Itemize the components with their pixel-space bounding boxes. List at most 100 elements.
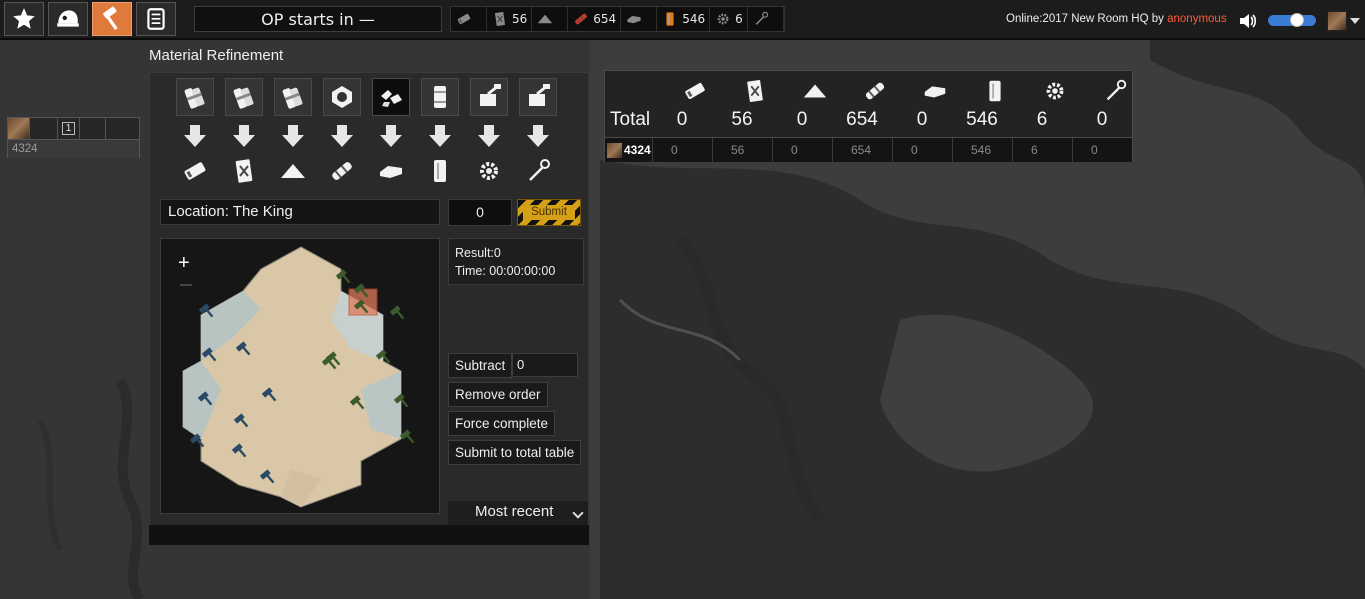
user-menu-caret-icon[interactable] [1350, 18, 1360, 24]
totals-table: Total 0 56 0 654 0 546 6 0 4324 0 56 0 654 0 546 6 0 [604, 70, 1133, 162]
hammer-marker-icon[interactable] [399, 429, 417, 446]
favorites-star-button[interactable] [4, 2, 44, 36]
source-material-button[interactable] [519, 78, 557, 116]
subtract-button[interactable]: Subtract [448, 353, 513, 378]
volume-icon[interactable] [1238, 12, 1258, 30]
resource-value: 56 [512, 12, 528, 26]
force-complete-button[interactable]: Force complete [448, 411, 556, 436]
salvage-icon [491, 10, 509, 28]
logistics-helmet-button[interactable] [48, 2, 88, 36]
scrap-bundle-icon [184, 87, 205, 109]
refined-material-slot[interactable] [421, 155, 459, 187]
refined-material-slot[interactable] [519, 155, 557, 187]
sort-select-value: Most recent [475, 503, 554, 520]
crate-tool-icon [480, 84, 501, 106]
op-countdown: OP starts in — [194, 6, 442, 32]
chevron-down-icon [572, 507, 584, 519]
column-header-icon [1085, 77, 1145, 109]
refined-material-slot[interactable] [372, 155, 410, 187]
arrow-down-icon [176, 123, 214, 151]
mini-slot-empty [106, 118, 132, 139]
column-header-icon [965, 77, 1025, 109]
hex-map-viewer[interactable]: + [160, 238, 440, 514]
sulfur-icon [380, 166, 402, 178]
subtract-input[interactable]: 0 [512, 353, 578, 377]
refined-material-slot[interactable] [323, 155, 361, 187]
source-material-button[interactable] [176, 78, 214, 116]
component-icon [536, 10, 554, 28]
star-icon [13, 8, 35, 29]
diesel-icon [989, 80, 1001, 102]
room-owner-link[interactable]: anonymous [1167, 13, 1226, 25]
location-field: Location: The King [160, 199, 440, 225]
total-value: 546 [966, 109, 998, 130]
totals-label: Total [610, 109, 651, 130]
mini-slot-empty [80, 118, 106, 139]
result-value: Result:0 [455, 246, 501, 260]
user-avatar[interactable] [1327, 11, 1347, 31]
arrow-down-icon [470, 123, 508, 151]
table-cell: 0 [892, 138, 952, 162]
refined-material-slot[interactable] [274, 155, 312, 187]
mini-slot-empty [30, 118, 58, 139]
crate-tool-icon [529, 84, 550, 106]
volume-slider-knob[interactable] [1290, 13, 1304, 27]
page-title: Material Refinement [149, 47, 284, 64]
refinement-panel: Location: The King 0 Submit + Result:0 T… [149, 72, 589, 527]
resource-counter: 546 [657, 7, 711, 31]
quantity-input[interactable]: 0 [448, 199, 512, 226]
resource-counter [451, 7, 487, 31]
hammer-icon [103, 6, 118, 30]
volume-slider[interactable] [1268, 13, 1316, 27]
submit-to-total-button[interactable]: Submit to total table [448, 440, 582, 465]
sort-select[interactable]: Most recent [448, 501, 588, 525]
refinement-hammer-button[interactable] [92, 2, 132, 36]
refined-material-slot[interactable] [176, 155, 214, 187]
online-status: Online:2017 New Room HQ by anonymous [1006, 13, 1227, 25]
source-materials-row [176, 78, 557, 116]
helmet-icon [57, 10, 79, 27]
table-cell: 6 [1012, 138, 1072, 162]
arrow-down-icon [519, 123, 557, 151]
resource-value: 654 [593, 12, 617, 26]
avatar[interactable] [8, 118, 30, 139]
scrap-bundle-icon [233, 87, 254, 109]
gear-icon [1046, 82, 1064, 100]
resource-counter: 654 [568, 7, 622, 31]
column-header-icon [725, 77, 785, 109]
hex-region-map[interactable] [161, 239, 441, 515]
resource-counter: 6 [710, 7, 748, 31]
refinement-footer [149, 525, 589, 545]
row-user-id: 4324 [624, 143, 651, 157]
refined-material-slot[interactable] [470, 155, 508, 187]
remove-order-button[interactable]: Remove order [448, 382, 548, 407]
source-material-button[interactable] [372, 78, 410, 116]
gear-icon [714, 10, 732, 28]
arrow-row [176, 123, 557, 151]
bmat-icon [455, 10, 473, 28]
orders-list-button[interactable] [136, 2, 176, 36]
component-icon [281, 164, 305, 178]
player-id: 4324 [8, 139, 139, 158]
total-value: 0 [1096, 109, 1108, 130]
component-icon [803, 84, 827, 98]
player-mini-panel: 1 4324 [7, 117, 140, 158]
totals-values: 0 56 0 654 0 546 6 0 [652, 109, 1132, 131]
column-header-icon [1025, 77, 1085, 109]
source-material-button[interactable] [274, 78, 312, 116]
table-cell: 0 [772, 138, 832, 162]
submit-button[interactable]: Submit [517, 199, 581, 226]
source-material-button[interactable] [470, 78, 508, 116]
refined-material-slot[interactable] [225, 155, 263, 187]
source-material-button[interactable] [225, 78, 263, 116]
salvage-icon [235, 159, 253, 183]
source-material-button[interactable] [323, 78, 361, 116]
total-value: 0 [796, 109, 808, 130]
resource-counter: 56 [487, 7, 533, 31]
source-material-button[interactable] [421, 78, 459, 116]
top-bar: OP starts in — 56 654 546 6 Online:2017 New… [0, 0, 1365, 40]
arrow-down-icon [323, 123, 361, 151]
canister-icon [434, 86, 446, 108]
rmat-icon [572, 10, 590, 28]
hammer-marker-icon[interactable] [389, 305, 407, 322]
